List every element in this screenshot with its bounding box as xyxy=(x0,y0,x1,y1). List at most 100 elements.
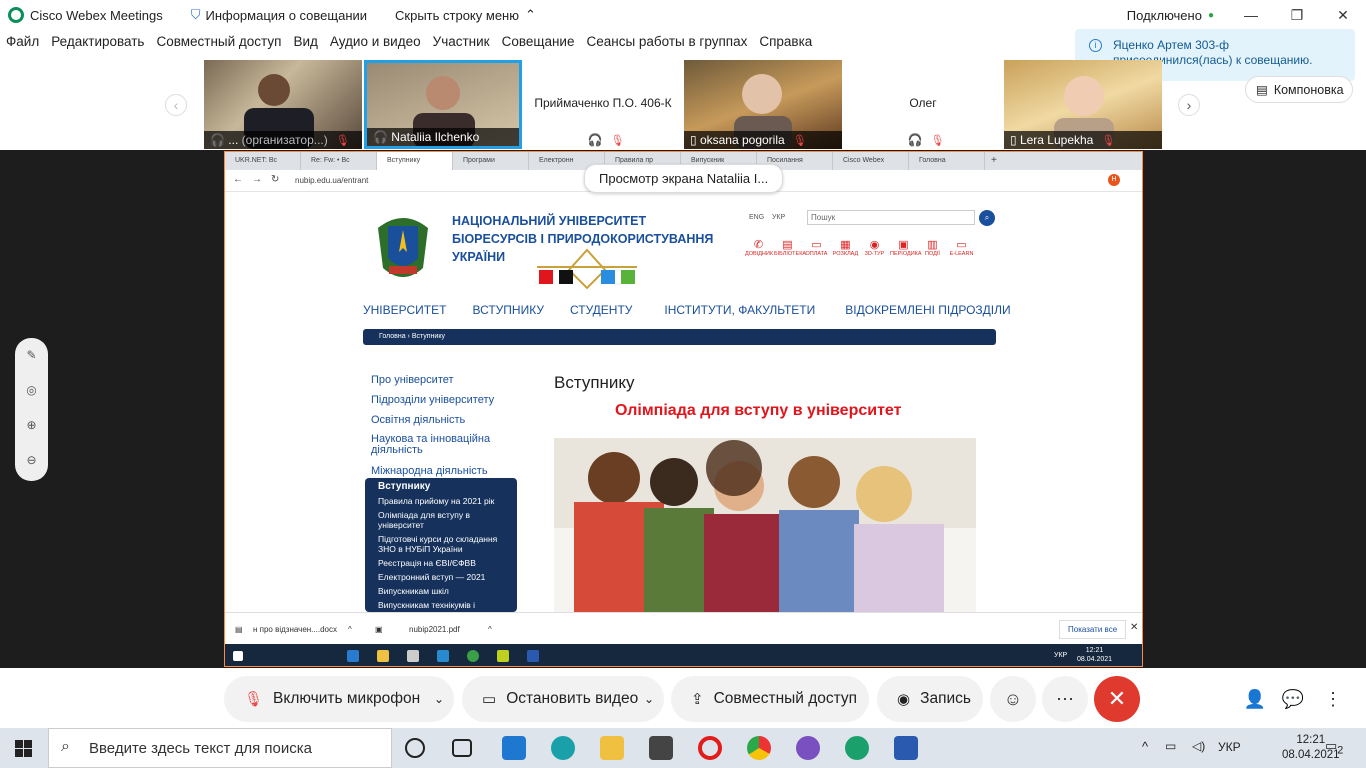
taskbar-search-input[interactable]: ⌕ Введите здесь текст для поиска xyxy=(48,728,392,768)
share-button[interactable]: ⇪ Совместный доступ xyxy=(671,676,869,722)
download-item[interactable]: н про відзначен....docx xyxy=(253,625,337,634)
tray-lang[interactable]: УКР xyxy=(1054,652,1067,659)
sidebar-item[interactable]: Підрозділи університету xyxy=(371,390,511,410)
leave-meeting-button[interactable]: ✕ xyxy=(1094,676,1140,722)
cortana-icon[interactable] xyxy=(405,738,425,758)
network-icon[interactable]: ▭ xyxy=(1165,739,1176,753)
participant-tile[interactable]: Олег 🎧 🎙 xyxy=(844,60,1002,149)
close-icon[interactable]: ✕ xyxy=(1130,622,1138,633)
viber-icon[interactable] xyxy=(796,736,820,760)
app-icon[interactable] xyxy=(497,650,509,662)
url-field[interactable]: nubip.edu.ua/entrant xyxy=(295,176,368,185)
quick-link[interactable]: ✆ ДОВІДНИК xyxy=(745,238,773,257)
forward-icon[interactable]: → xyxy=(252,174,262,185)
menu-help[interactable]: Справка xyxy=(759,34,812,56)
tray-chevron-icon[interactable]: ^ xyxy=(1142,739,1148,754)
restore-button[interactable]: ❐ xyxy=(1274,7,1320,24)
menu-audio-video[interactable]: Аудио и видео xyxy=(330,34,421,56)
edge-icon[interactable] xyxy=(347,650,359,662)
close-button[interactable]: ✕ xyxy=(1320,7,1366,24)
explorer-icon[interactable] xyxy=(377,650,389,662)
start-button[interactable] xyxy=(15,740,32,757)
next-participants-button[interactable]: › xyxy=(1178,94,1200,116)
participant-tile[interactable]: Приймаченко П.О. 406-К 🎧 🎙 xyxy=(524,60,682,149)
mail-icon[interactable] xyxy=(502,736,526,760)
site-search-input[interactable]: Пошук xyxy=(807,210,975,225)
nav-university[interactable]: УНІВЕРСИТЕТ xyxy=(363,303,446,317)
reload-icon[interactable]: ↻ xyxy=(271,174,279,185)
notifications-icon[interactable]: ▭2 xyxy=(1325,738,1343,757)
submenu-item[interactable]: Реєстрація на ЄВІ/ЄФВВ xyxy=(378,558,514,568)
menu-edit[interactable]: Редактировать xyxy=(51,34,144,56)
webex-icon[interactable] xyxy=(845,736,869,760)
chevron-up-icon[interactable]: ⌃ xyxy=(525,7,536,23)
browser-tab[interactable]: UKR.NET: Вс xyxy=(225,152,301,170)
zoom-in-icon[interactable]: ⊕ xyxy=(15,408,48,443)
submenu-item[interactable]: Електронний вступ — 2021 xyxy=(378,572,514,582)
nav-applicants[interactable]: ВСТУПНИКУ xyxy=(472,303,544,317)
lang-uk[interactable]: УКР xyxy=(772,214,785,221)
show-all-button[interactable]: Показати все xyxy=(1059,620,1127,639)
submenu-item[interactable]: Випускникам шкіл xyxy=(378,586,514,596)
quick-link[interactable]: ▥ ПОДІЇ xyxy=(919,238,946,257)
search-icon[interactable]: ⌕ xyxy=(979,210,995,226)
word-icon[interactable] xyxy=(527,650,539,662)
unmute-button[interactable]: 🎙 Включить микрофон ⌄ xyxy=(224,676,454,722)
quick-link[interactable]: ▤ БІБЛІОТЕКА xyxy=(774,238,806,257)
submenu-item[interactable]: Випускникам технікумів і xyxy=(378,600,514,610)
menu-breakout[interactable]: Сеансы работы в группах xyxy=(586,34,747,56)
stop-video-button[interactable]: ▭ Остановить видео ⌄ xyxy=(462,676,664,722)
browser-tab[interactable]: Re: Fw: • Вс xyxy=(301,152,377,170)
sidebar-item[interactable]: Про університет xyxy=(371,370,511,390)
submenu-item[interactable]: Підготовчі курси до складання ЗНО в НУБі… xyxy=(378,534,514,554)
chevron-down-icon[interactable]: ⌄ xyxy=(644,692,654,706)
quick-link[interactable]: ▦ РОЗКЛАД xyxy=(832,238,859,257)
browser-tab[interactable]: Головна xyxy=(909,152,985,170)
browser-tab-active[interactable]: Вступнику xyxy=(377,152,453,170)
quick-link[interactable]: ▭ ОПЛАТА xyxy=(803,238,830,257)
opera-icon[interactable] xyxy=(698,736,722,760)
chevron-down-icon[interactable]: ⌄ xyxy=(434,692,444,706)
breadcrumb[interactable]: Головна › Вступнику xyxy=(363,329,996,345)
chrome-icon[interactable] xyxy=(467,650,479,662)
tray-lang[interactable]: УКР xyxy=(1218,740,1241,754)
quick-link[interactable]: ◉ 3D-ТУР xyxy=(861,238,888,257)
nav-institutes[interactable]: ІНСТИТУТИ, ФАКУЛЬТЕТИ xyxy=(664,303,815,317)
quick-link[interactable]: ▭ E-LEARN xyxy=(948,238,975,257)
menu-share[interactable]: Совместный доступ xyxy=(156,34,281,56)
remote-control-icon[interactable]: ◎ xyxy=(15,373,48,408)
menu-view[interactable]: Вид xyxy=(293,34,317,56)
prev-participants-button[interactable]: ‹ xyxy=(165,94,187,116)
menu-file[interactable]: Файл xyxy=(6,34,39,56)
chrome-icon[interactable] xyxy=(747,736,771,760)
more-panels-icon[interactable]: ⋮ xyxy=(1310,676,1356,722)
edge-icon[interactable] xyxy=(551,736,575,760)
layout-button[interactable]: ▤ Компоновка xyxy=(1245,76,1353,103)
more-options-button[interactable]: ⋯ xyxy=(1042,676,1088,722)
meeting-info-button[interactable]: Информация о совещании xyxy=(205,8,367,23)
minimize-button[interactable]: — xyxy=(1228,7,1274,23)
quick-link[interactable]: ▣ ПЕРІОДИКА xyxy=(890,238,922,257)
download-item[interactable]: nubip2021.pdf xyxy=(409,625,460,634)
sidebar-item[interactable]: Освітня діяльність xyxy=(371,410,511,430)
new-tab-icon[interactable]: + xyxy=(985,152,1005,170)
reactions-button[interactable]: ☺ xyxy=(990,676,1036,722)
browser-tab[interactable]: Програми xyxy=(453,152,529,170)
annotate-pen-icon[interactable]: ✎ xyxy=(15,338,48,373)
file-explorer-icon[interactable] xyxy=(600,736,624,760)
profile-avatar[interactable]: Н xyxy=(1108,174,1120,186)
task-view-icon[interactable] xyxy=(452,739,472,757)
lang-en[interactable]: ENG xyxy=(749,214,764,221)
participant-tile[interactable]: ▯ Lera Lupekha 🎙 xyxy=(1004,60,1162,149)
hide-menu-button[interactable]: Скрыть строку меню xyxy=(395,8,519,23)
record-button[interactable]: ◉ Запись xyxy=(877,676,983,722)
chevron-up-icon[interactable]: ^ xyxy=(348,625,352,634)
back-icon[interactable]: ← xyxy=(233,174,243,185)
mail-icon[interactable] xyxy=(437,650,449,662)
windows-icon[interactable] xyxy=(233,651,243,661)
browser-tab[interactable]: Cisco Webex xyxy=(833,152,909,170)
sidebar-item[interactable]: Наукова та інноваційна діяльність xyxy=(371,434,511,456)
zoom-out-icon[interactable]: ⊖ xyxy=(15,443,48,478)
word-icon[interactable] xyxy=(894,736,918,760)
speaker-icon[interactable]: ◁) xyxy=(1192,739,1205,753)
